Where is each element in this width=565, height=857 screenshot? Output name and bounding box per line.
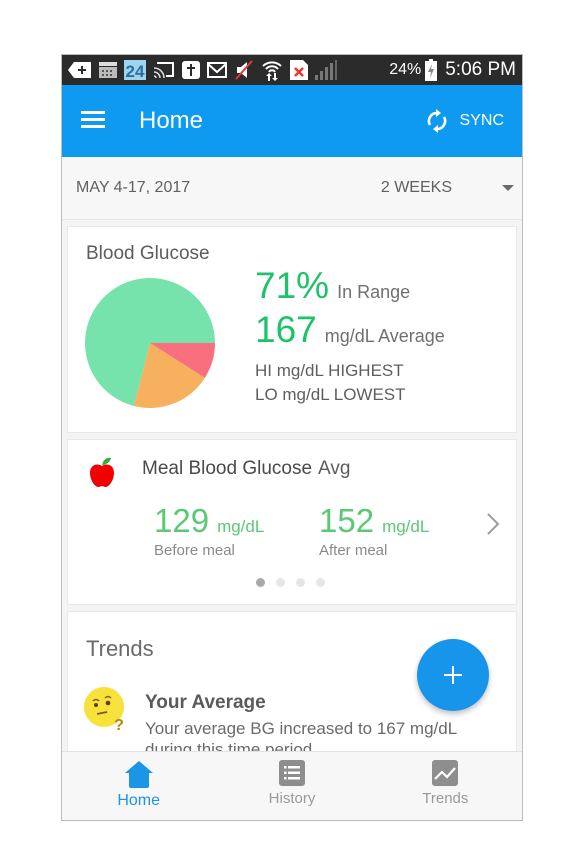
after-meal-stat: 152 mg/dL After meal	[319, 502, 429, 559]
nav-label-history: History	[268, 790, 316, 807]
home-icon	[124, 761, 153, 788]
nav-label-trends: Trends	[422, 790, 469, 807]
wifi-data-icon	[261, 60, 283, 81]
apple-icon	[90, 457, 114, 487]
trend-chart-icon	[432, 760, 459, 786]
mail-icon	[207, 60, 227, 80]
page-dot[interactable]	[256, 578, 265, 587]
before-meal-value: 129	[154, 502, 210, 539]
app-bar: Home SYNC	[62, 85, 522, 157]
nav-item-trends[interactable]: Trends	[369, 752, 522, 820]
plus-icon	[444, 666, 462, 684]
phone-screen: 24 24% 5:06 PM Home SYNC MAY 4-17, 2017 …	[61, 54, 523, 821]
battery-charging-icon	[425, 59, 438, 81]
list-icon	[278, 760, 305, 786]
add-contact-icon	[68, 60, 92, 80]
status-bar: 24 24% 5:06 PM	[62, 55, 522, 85]
card-title: Trends	[86, 636, 154, 661]
page-indicator	[256, 578, 325, 587]
blood-glucose-stats: 71% In Range 167 mg/dL Average HI mg/dL …	[255, 265, 445, 405]
after-meal-unit: mg/dL	[382, 517, 430, 536]
after-meal-value: 152	[319, 502, 375, 539]
clock: 5:06 PM	[445, 59, 516, 80]
page-title: Home	[139, 107, 204, 134]
date-range-bar: MAY 4-17, 2017 2 WEEKS	[62, 157, 522, 220]
nav-item-history[interactable]: History	[215, 752, 368, 820]
add-entry-button[interactable]	[417, 639, 489, 711]
page-dot[interactable]	[276, 578, 285, 587]
page-dot[interactable]	[296, 578, 305, 587]
chevron-right-icon[interactable]	[486, 512, 500, 536]
after-meal-caption: After meal	[319, 542, 388, 559]
mute-icon	[234, 60, 254, 80]
period-dropdown[interactable]: 2 WEEKS	[381, 179, 514, 197]
battery-percent: 24%	[389, 61, 422, 78]
before-meal-stat: 129 mg/dL Before meal	[154, 502, 264, 559]
period-selected: 2 WEEKS	[380, 179, 452, 196]
bible-app-icon	[182, 60, 200, 80]
page-dot[interactable]	[316, 578, 325, 587]
meal-blood-glucose-card[interactable]: Meal Blood Glucose Avg 129 mg/dL Before me…	[67, 439, 517, 605]
nav-item-home[interactable]: Home	[62, 752, 215, 820]
hamburger-menu-icon[interactable]	[81, 111, 107, 131]
sync-label: SYNC	[459, 112, 504, 129]
before-meal-caption: Before meal	[154, 542, 235, 559]
blood-glucose-pie-chart	[85, 278, 215, 408]
date-range-label: MAY 4-17, 2017	[76, 179, 191, 196]
average-label: mg/dL Average	[324, 326, 445, 346]
average-value: 167	[255, 309, 317, 350]
meal-title-suffix: Avg	[318, 458, 351, 479]
blood-glucose-card[interactable]: Blood Glucose 71% In Range 167 mg/dL Ave…	[67, 226, 517, 433]
svg-text:?: ?	[114, 717, 124, 732]
signal-icon	[315, 60, 337, 80]
error-notification-icon	[290, 60, 308, 80]
meal-title-text: Meal Blood Glucose	[142, 458, 313, 479]
card-title: Blood Glucose	[86, 243, 210, 264]
calendar-24-icon: 24	[124, 60, 146, 80]
in-range-value: 71%	[255, 265, 330, 306]
svg-text:24: 24	[126, 62, 145, 80]
in-range-label: In Range	[337, 282, 411, 302]
before-meal-unit: mg/dL	[217, 517, 265, 536]
calendar-icon	[99, 60, 117, 80]
nav-label-home: Home	[117, 792, 160, 809]
thinking-face-icon: ?	[84, 687, 124, 732]
sync-button[interactable]: SYNC	[426, 109, 504, 133]
bottom-navigation: Home History Trends	[62, 751, 522, 820]
lowest-line: LO mg/dL LOWEST	[255, 385, 406, 404]
highest-line: HI mg/dL HIGHEST	[255, 361, 404, 380]
trend-item-title: Your Average	[145, 692, 266, 713]
card-title: Meal Blood Glucose Avg	[142, 458, 350, 480]
sync-icon	[427, 109, 446, 133]
cast-icon	[153, 60, 175, 80]
dropdown-caret-icon	[502, 185, 514, 191]
